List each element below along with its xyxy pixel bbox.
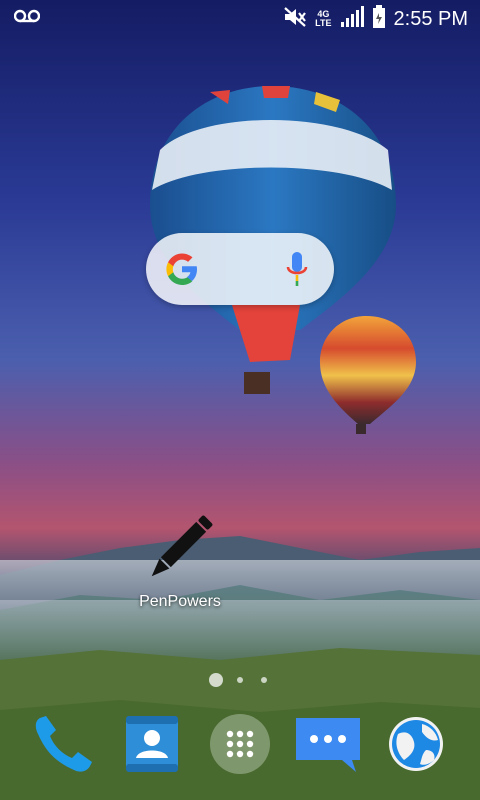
google-search-widget[interactable] [146,233,334,305]
phone-icon[interactable] [30,712,94,776]
status-bar: 4G LTE 2:55 PM [0,0,480,38]
battery-icon [372,4,386,34]
page-dot [261,677,267,683]
network-4g-lte-icon: 4G LTE [315,10,331,28]
signal-strength-icon [340,5,364,33]
page-dot-active [209,673,223,687]
voicemail-icon [13,9,41,28]
dock [0,712,480,782]
volume-muted-icon [283,6,307,33]
app-drawer-icon[interactable] [208,712,272,776]
pen-icon [140,515,220,590]
clock: 2:55 PM [393,7,468,30]
messages-icon[interactable] [294,712,360,776]
google-g-logo[interactable] [164,251,200,292]
browser-globe-icon[interactable] [384,712,448,776]
app-label: PenPowers [139,593,221,610]
mic-icon[interactable] [286,251,308,292]
app-shortcut-penpowers[interactable]: PenPowers [128,510,232,611]
page-dot [237,677,243,683]
contacts-icon[interactable] [120,712,184,776]
page-indicator [0,672,480,688]
network-subtype: LTE [315,18,332,28]
